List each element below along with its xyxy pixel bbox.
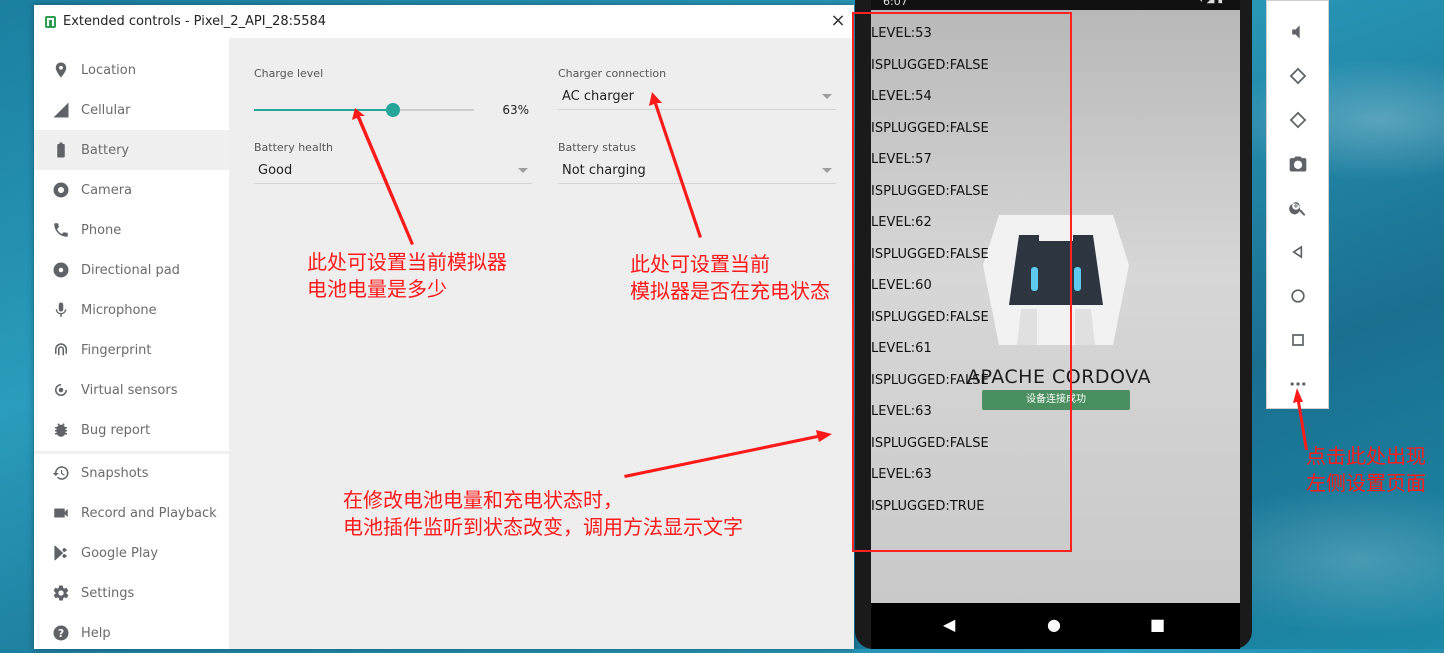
sidebar-item-label: Battery xyxy=(81,142,130,158)
sidebar-item-label: Directional pad xyxy=(81,262,180,278)
svg-text:?: ? xyxy=(58,628,64,640)
sidebar-item-fingerprint[interactable]: Fingerprint xyxy=(34,330,229,370)
status-icons: ▾◢▮ xyxy=(1199,0,1226,5)
camera-icon xyxy=(52,181,70,199)
sidebar-item-label: Fingerprint xyxy=(81,342,152,358)
annotation-charger: 此处可设置当前 模拟器是否在充电状态 xyxy=(630,252,830,303)
sidebar-item-label: Location xyxy=(81,62,136,78)
sidebar-item-virtual-sensors[interactable]: Virtual sensors xyxy=(34,370,229,410)
emulator-app-icon xyxy=(45,15,56,28)
screenshot-icon[interactable] xyxy=(1287,153,1309,175)
status-time: 6:07 xyxy=(883,0,908,8)
sidebar-item-label: Bug report xyxy=(81,422,151,438)
sidebar-item-battery[interactable]: Battery xyxy=(34,130,229,170)
sidebar-item-phone[interactable]: Phone xyxy=(34,210,229,250)
google-play-icon xyxy=(52,544,70,562)
charger-connection-dropdown[interactable]: AC charger xyxy=(558,84,836,110)
overview-icon[interactable] xyxy=(1287,329,1309,351)
battery-health-dropdown[interactable]: Good xyxy=(254,158,532,184)
home-icon[interactable] xyxy=(1287,285,1309,307)
sidebar-item-camera[interactable]: Camera xyxy=(34,170,229,210)
sidebar-item-record-playback[interactable]: Record and Playback xyxy=(34,493,229,533)
sidebar-item-google-play[interactable]: Google Play xyxy=(34,533,229,573)
battery-status-dropdown[interactable]: Not charging xyxy=(558,158,836,184)
annotation-toolbar: 点击此处出现 左侧设置页面 xyxy=(1306,444,1426,495)
volume-icon[interactable] xyxy=(1287,21,1309,43)
battery-health-value: Good xyxy=(258,163,293,178)
status-bar: 6:07 ▾◢▮ xyxy=(871,0,1240,10)
battery-panel: Charge level 63% Charger connection AC c… xyxy=(229,38,854,649)
extended-controls-window: Extended controls - Pixel_2_API_28:5584 … xyxy=(34,5,854,649)
dpad-icon xyxy=(52,261,70,279)
zoom-icon[interactable] xyxy=(1287,197,1309,219)
fingerprint-icon xyxy=(52,341,70,359)
phone-icon xyxy=(52,221,70,239)
charge-level-value: 63% xyxy=(502,103,529,117)
charger-connection-value: AC charger xyxy=(562,89,634,104)
help-icon: ? xyxy=(52,624,70,642)
sidebar-item-label: Phone xyxy=(81,222,122,238)
sidebar: Location Cellular Battery Camera Phone D… xyxy=(34,38,229,649)
chevron-down-icon xyxy=(518,168,528,173)
sidebar-item-label: Cellular xyxy=(81,102,131,118)
sidebar-item-cellular[interactable]: Cellular xyxy=(34,90,229,130)
rotate-right-icon[interactable] xyxy=(1287,109,1309,131)
sidebar-item-label: Record and Playback xyxy=(81,505,217,521)
charge-level-slider[interactable] xyxy=(254,103,474,117)
microphone-icon xyxy=(52,301,70,319)
chevron-down-icon xyxy=(822,168,832,173)
annotation-listener: 在修改电池电量和充电状态时， 电池插件监听到状态改变，调用方法显示文字 xyxy=(343,488,743,539)
bug-icon xyxy=(52,421,70,439)
sidebar-item-bug-report[interactable]: Bug report xyxy=(34,410,229,450)
sidebar-item-label: Help xyxy=(81,625,111,641)
battery-status-label: Battery status xyxy=(558,141,637,154)
location-icon xyxy=(52,61,70,79)
snapshots-icon xyxy=(52,464,70,482)
sidebar-item-label: Google Play xyxy=(81,545,159,561)
gear-icon xyxy=(52,584,70,602)
virtual-sensors-icon xyxy=(52,381,70,399)
android-nav-bar: ◀ ● ■ xyxy=(871,603,1240,649)
chevron-down-icon xyxy=(822,94,832,99)
sidebar-item-help[interactable]: ? Help xyxy=(34,613,229,653)
close-button[interactable]: × xyxy=(828,11,848,31)
sidebar-item-label: Snapshots xyxy=(81,465,149,481)
sidebar-item-location[interactable]: Location xyxy=(34,50,229,90)
sidebar-item-directional-pad[interactable]: Directional pad xyxy=(34,250,229,290)
sidebar-item-settings[interactable]: Settings xyxy=(34,573,229,613)
sidebar-item-label: Microphone xyxy=(81,302,157,318)
rotate-left-icon[interactable] xyxy=(1287,65,1309,87)
log-highlight-box xyxy=(852,12,1072,552)
back-icon[interactable] xyxy=(1287,241,1309,263)
sidebar-item-label: Settings xyxy=(81,585,135,601)
battery-health-label: Battery health xyxy=(254,141,334,154)
window-title: Extended controls - Pixel_2_API_28:5584 xyxy=(63,14,327,29)
charge-level-slider-fill xyxy=(254,109,393,111)
charge-level-label: Charge level xyxy=(254,67,324,80)
sidebar-item-label: Camera xyxy=(81,182,133,198)
record-icon xyxy=(52,504,70,522)
charge-level-slider-thumb[interactable] xyxy=(385,103,400,117)
cellular-icon xyxy=(52,101,70,119)
sidebar-item-snapshots[interactable]: Snapshots xyxy=(34,453,229,493)
sidebar-item-microphone[interactable]: Microphone xyxy=(34,290,229,330)
battery-icon xyxy=(52,141,70,159)
charger-connection-label: Charger connection xyxy=(558,67,667,80)
emulator-toolbar xyxy=(1266,0,1329,409)
more-icon[interactable] xyxy=(1287,373,1309,395)
sidebar-item-label: Virtual sensors xyxy=(81,382,178,398)
home-icon[interactable]: ● xyxy=(1047,615,1061,634)
overview-icon[interactable]: ■ xyxy=(1150,615,1165,634)
battery-status-value: Not charging xyxy=(562,163,646,178)
back-icon[interactable]: ◀ xyxy=(943,615,955,634)
annotation-charge: 此处可设置当前模拟器 电池电量是多少 xyxy=(307,250,507,301)
title-bar: Extended controls - Pixel_2_API_28:5584 … xyxy=(34,5,854,38)
